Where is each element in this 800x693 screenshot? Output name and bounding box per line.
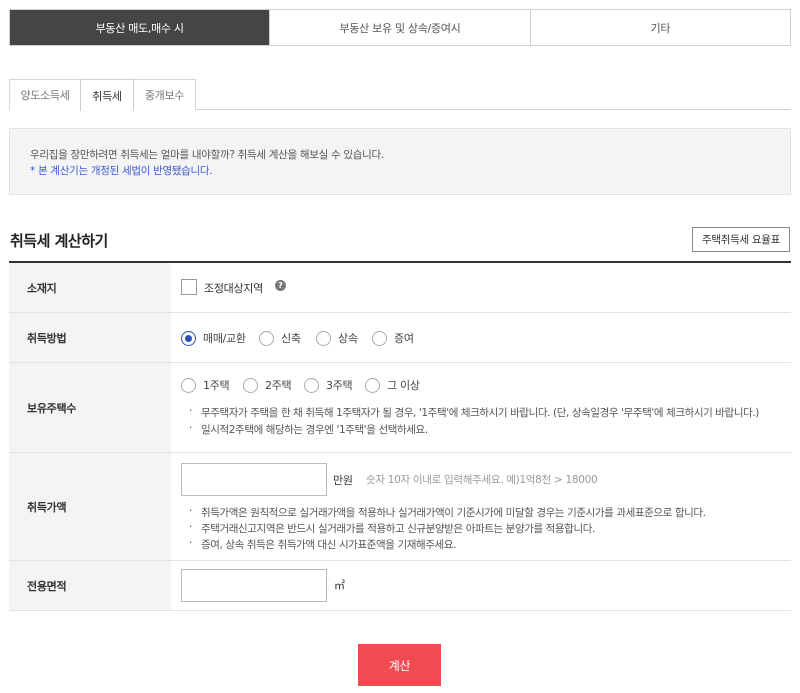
top-tab-sale-purchase[interactable]: 부동산 매도,매수 시 <box>10 10 271 45</box>
acquisition-price-input[interactable] <box>181 463 327 496</box>
notice-box: 우리집을 장만하려면 취득세는 얼마를 내야할까? 취득세 계산을 해보실 수 … <box>9 128 791 195</box>
sub-tab-bar: 양도소득세 취득세 중개보수 <box>9 79 791 111</box>
radio-icon <box>243 377 258 393</box>
houses-radio-more[interactable]: 그 이상 <box>365 377 420 393</box>
method-radio-trade[interactable]: 매매/교환 <box>181 330 246 346</box>
houses-radio-3[interactable]: 3주택 <box>304 377 353 393</box>
top-tab-holding-inheritance[interactable]: 부동산 보유 및 상속/증여시 <box>270 10 531 45</box>
price-note: 주택거래신고지역은 반드시 실거래가를 적용하고 신규분양받은 아파트는 분양가… <box>189 521 595 536</box>
radio-selected-icon <box>181 330 196 346</box>
houses-note: 무주택자가 주택을 한 채 취득해 1주택자가 될 경우, '1주택'에 체크하… <box>189 405 759 420</box>
area-unit: ㎡ <box>334 579 345 592</box>
form-row-houses-owned: 보유주택수 1주택 2주택 3주택 그 이상 무주택자가 주택을 한 채 취득해… <box>9 363 791 453</box>
acquisition-price-label: 취득가액 <box>9 453 171 560</box>
section-title: 취득세 계산하기 <box>10 232 108 250</box>
method-radio-inheritance[interactable]: 상속 <box>316 330 358 346</box>
adjustment-area-checkbox[interactable] <box>181 279 197 295</box>
houses-radio-1[interactable]: 1주택 <box>181 377 230 393</box>
sub-tab-acquisition-tax[interactable]: 취득세 <box>80 79 134 111</box>
question-mark-icon[interactable]: ? <box>275 280 286 291</box>
top-tab-etc[interactable]: 기타 <box>531 10 790 45</box>
radio-icon <box>372 330 387 346</box>
radio-icon <box>316 330 331 346</box>
exclusive-area-label: 전용면적 <box>9 561 171 610</box>
notice-text: 우리집을 장만하려면 취득세는 얼마를 내야할까? 취득세 계산을 해보실 수 … <box>30 149 384 161</box>
radio-icon <box>365 377 380 393</box>
method-radio-new-build[interactable]: 신축 <box>259 330 301 346</box>
radio-icon <box>259 330 274 346</box>
price-note: 증여, 상속 취득은 취득가액 대신 시가표준액을 기재해주세요. <box>189 537 456 552</box>
sub-tab-capital-gains-tax[interactable]: 양도소득세 <box>9 79 81 110</box>
form-row-location: 소재지 조정대상지역 ? <box>9 263 791 313</box>
form-row-exclusive-area: 전용면적 ㎡ <box>9 561 791 611</box>
price-input-hint: 숫자 10자 이내로 입력해주세요. 예)1억8천 > 18000 <box>366 474 598 486</box>
radio-icon <box>304 377 319 393</box>
notice-tax-law-note: * 본 계산기는 개정된 세법이 반영됐습니다. <box>30 165 213 177</box>
sub-tab-brokerage-fee[interactable]: 중개보수 <box>133 79 196 110</box>
houses-note: 일시적2주택에 해당하는 경우엔 '1주택'을 선택하세요. <box>189 422 428 437</box>
calculate-button[interactable]: 계산 <box>358 644 441 686</box>
price-note: 취득가액은 원칙적으로 실거래가액을 적용하나 실거래가액이 기준시가에 미달할… <box>189 505 706 520</box>
radio-icon <box>181 377 196 393</box>
adjustment-area-label: 조정대상지역 <box>204 282 263 295</box>
tax-rate-table-button[interactable]: 주택취득세 요율표 <box>692 227 790 252</box>
top-tab-bar: 부동산 매도,매수 시 부동산 보유 및 상속/증여시 기타 <box>9 9 791 46</box>
form-row-acquisition-price: 취득가액 만원 숫자 10자 이내로 입력해주세요. 예)1억8천 > 1800… <box>9 453 791 561</box>
exclusive-area-input[interactable] <box>181 569 327 602</box>
method-radio-gift[interactable]: 증여 <box>372 330 414 346</box>
houses-owned-label: 보유주택수 <box>9 363 171 452</box>
houses-radio-2[interactable]: 2주택 <box>243 377 292 393</box>
price-unit: 만원 <box>333 474 353 487</box>
form-row-acquisition-method: 취득방법 매매/교환 신축 상속 증여 <box>9 313 791 363</box>
location-label: 소재지 <box>9 263 171 312</box>
acquisition-method-label: 취득방법 <box>9 313 171 362</box>
